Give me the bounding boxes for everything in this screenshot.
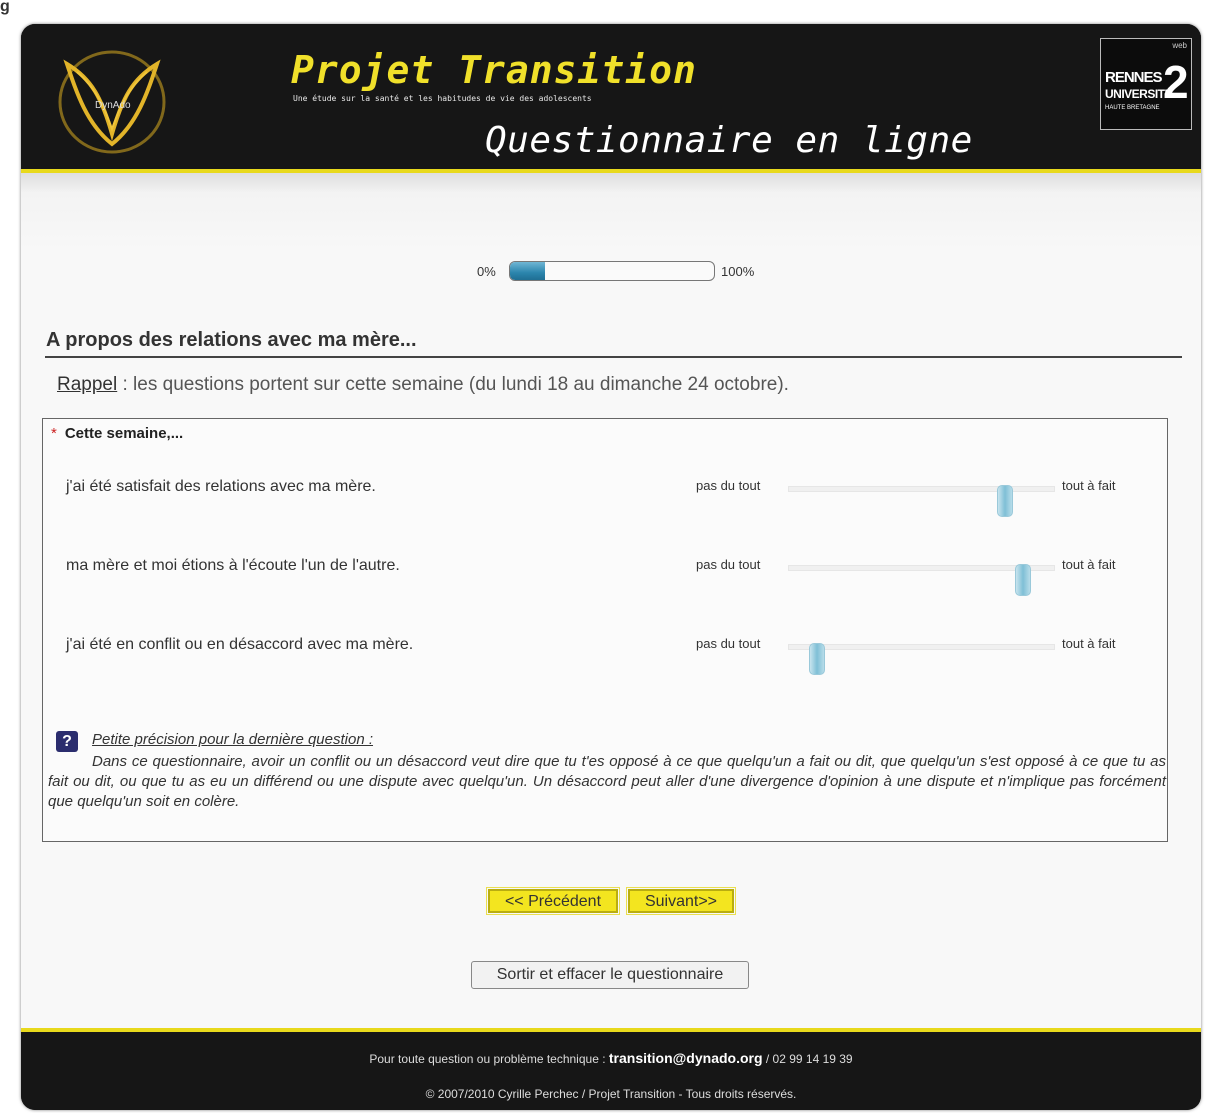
- previous-button[interactable]: << Précédent: [486, 887, 620, 915]
- univ-rennes-label: RENNES: [1105, 69, 1163, 86]
- question-text: ma mère et moi étions à l'écoute l'un de…: [66, 557, 400, 574]
- scale-high-label: tout à fait: [1062, 636, 1116, 651]
- scale-slider[interactable]: [788, 643, 1055, 675]
- page-corner-label: g: [0, 0, 10, 15]
- help-body: Dans ce questionnaire, avoir un conflit …: [48, 753, 1166, 810]
- footer-copyright: © 2007/2010 Cyrille Perchec / Projet Tra…: [425, 1087, 797, 1101]
- dynado-logo-icon: DynAdo: [58, 50, 166, 154]
- univ-web-label: web: [1172, 41, 1187, 50]
- question-heading-text: Cette semaine,...: [64, 425, 184, 442]
- question-box: * Cette semaine,... j'ai été satisfait de…: [42, 418, 1168, 842]
- reminder-text: : les questions portent sur cette semain…: [117, 374, 789, 395]
- footer: Pour toute question ou problème techniqu…: [21, 1028, 1201, 1110]
- scale-low-label: pas du tout: [696, 557, 761, 572]
- progress-start-label: 0%: [477, 264, 496, 279]
- section-title: A propos des relations avec ma mère...: [46, 329, 417, 351]
- brand-title: Projet Transition: [291, 48, 697, 92]
- footer-email-link[interactable]: transition@dynado.org: [609, 1050, 763, 1066]
- footer-contact: Pour toute question ou problème techniqu…: [21, 1050, 1201, 1066]
- progress-end-label: 100%: [721, 264, 755, 279]
- reminder-link[interactable]: Rappel: [57, 374, 117, 395]
- progress-bar: [509, 261, 715, 281]
- scale-slider[interactable]: [788, 485, 1055, 517]
- main-content: 0% 100% A propos des relations avec ma m…: [21, 173, 1201, 1028]
- section-divider: [45, 356, 1182, 358]
- question-row: j'ai été satisfait des relations avec ma…: [43, 473, 1167, 517]
- page-title: Questionnaire en ligne: [485, 120, 973, 161]
- footer-contact-prefix: Pour toute question ou problème techniqu…: [369, 1052, 609, 1066]
- reminder: Rappel : les questions portent sur cette…: [57, 374, 789, 396]
- univ-number: 2: [1163, 56, 1189, 108]
- logo-text: DynAdo: [95, 100, 131, 111]
- question-text: j'ai été satisfait des relations avec ma…: [66, 478, 376, 495]
- header: DynAdo Projet Transition Une étude sur l…: [21, 24, 1201, 173]
- progress: 0% 100%: [477, 261, 777, 283]
- app-frame: DynAdo Projet Transition Une étude sur l…: [21, 24, 1201, 1110]
- question-row: ma mère et moi étions à l'écoute l'un de…: [43, 552, 1167, 596]
- scale-slider[interactable]: [788, 564, 1055, 596]
- univ-haute-label: HAUTE BRETAGNE: [1105, 105, 1160, 111]
- required-marker: *: [51, 425, 57, 442]
- next-button[interactable]: Suivant>>: [626, 887, 736, 915]
- slider-thumb[interactable]: [997, 485, 1013, 517]
- slider-thumb[interactable]: [1015, 564, 1031, 596]
- question-mark-icon: ?: [56, 731, 78, 752]
- brand-subtitle: Une étude sur la santé et les habitudes …: [293, 94, 592, 103]
- scale-low-label: pas du tout: [696, 478, 761, 493]
- slider-thumb[interactable]: [809, 643, 825, 675]
- scale-low-label: pas du tout: [696, 636, 761, 651]
- rennes2-logo: web RENNES UNIVERSITÉ HAUTE BRETAGNE 2: [1100, 38, 1192, 130]
- quit-button[interactable]: Sortir et effacer le questionnaire: [471, 961, 749, 989]
- progress-fill: [510, 262, 545, 280]
- scale-high-label: tout à fait: [1062, 557, 1116, 572]
- question-heading: * Cette semaine,...: [51, 425, 183, 442]
- footer-phone: / 02 99 14 19 39: [762, 1052, 853, 1066]
- question-row: j'ai été en conflit ou en désaccord avec…: [43, 631, 1167, 675]
- scale-high-label: tout à fait: [1062, 478, 1116, 493]
- help-title: Petite précision pour la dernière questi…: [92, 731, 374, 748]
- univ-universite-label: UNIVERSITÉ: [1105, 87, 1173, 101]
- question-text: j'ai été en conflit ou en désaccord avec…: [66, 636, 414, 653]
